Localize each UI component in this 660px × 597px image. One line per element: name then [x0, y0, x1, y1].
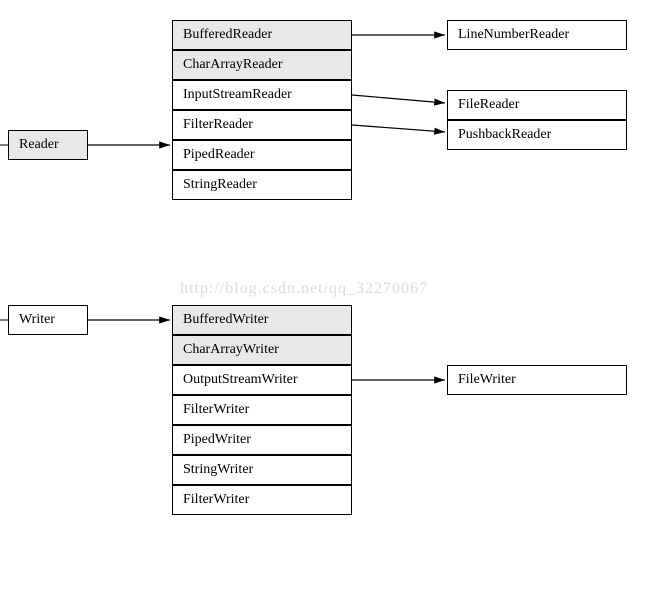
reader-child-stringreader: StringReader [172, 170, 352, 200]
watermark-text: http://blog.csdn.net/qq_32270067 [180, 280, 428, 298]
writer-grand-filewriter: FileWriter [447, 365, 627, 395]
writer-child-pipedwriter: PipedWriter [172, 425, 352, 455]
reader-grand-pushbackreader: PushbackReader [447, 120, 627, 150]
writer-child-stringwriter: StringWriter [172, 455, 352, 485]
writer-child-outputstreamwriter: OutputStreamWriter [172, 365, 352, 395]
reader-child-bufferedreader: BufferedReader [172, 20, 352, 50]
writer-child-filterwriter-2: FilterWriter [172, 485, 352, 515]
reader-child-inputstreamreader: InputStreamReader [172, 80, 352, 110]
reader-grand-filereader: FileReader [447, 90, 627, 120]
reader-child-chararrayreader: CharArrayReader [172, 50, 352, 80]
reader-child-filterreader: FilterReader [172, 110, 352, 140]
reader-root: Reader [8, 130, 88, 160]
reader-child-pipedreader: PipedReader [172, 140, 352, 170]
writer-child-bufferedwriter: BufferedWriter [172, 305, 352, 335]
reader-grand-linenumberreader: LineNumberReader [447, 20, 627, 50]
writer-child-filterwriter-1: FilterWriter [172, 395, 352, 425]
writer-root: Writer [8, 305, 88, 335]
writer-child-chararraywriter: CharArrayWriter [172, 335, 352, 365]
